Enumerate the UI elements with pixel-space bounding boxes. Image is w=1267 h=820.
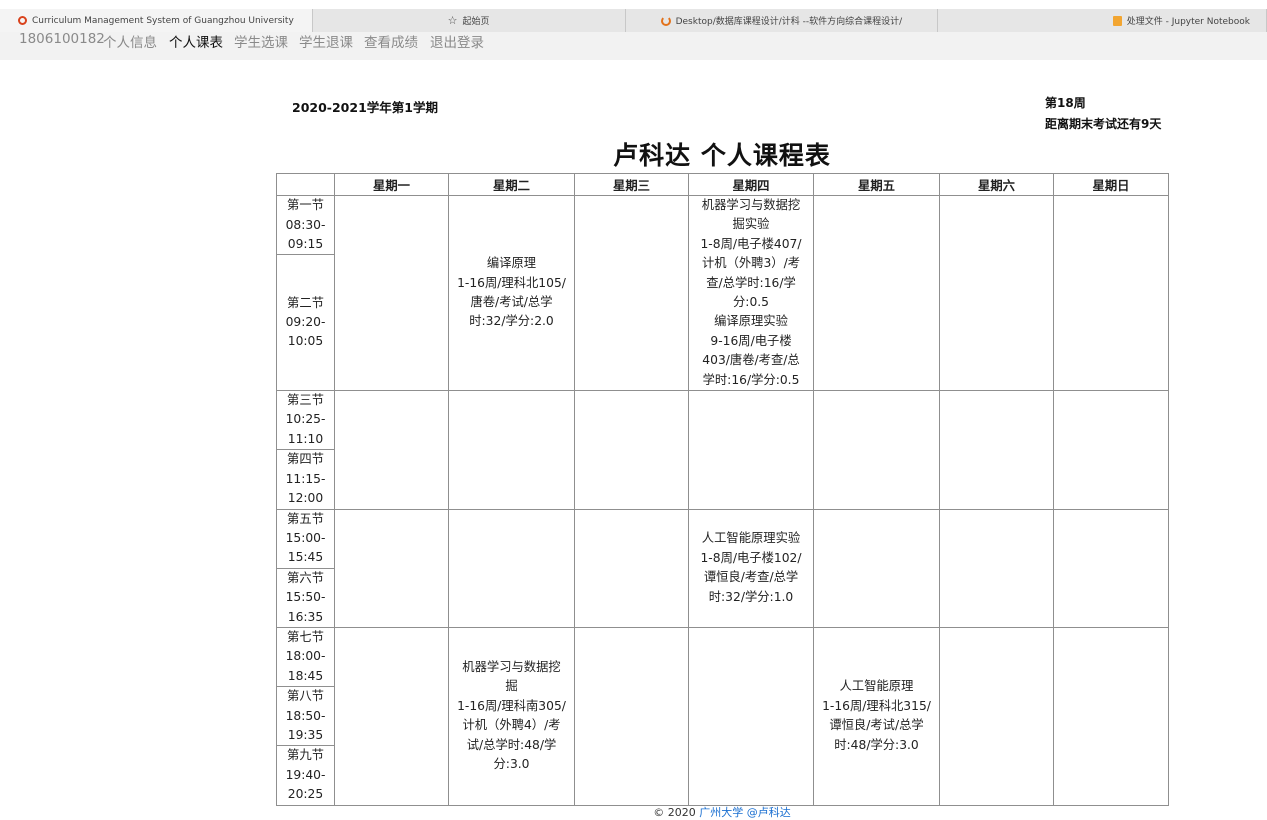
day-header: 星期一 (334, 173, 449, 196)
course-cell[interactable]: 机器学习与数据挖 掘实验 1-8周/电子楼407/计机（外聘3）/考 查/总学时:16… (688, 194, 814, 392)
corner-cell (276, 173, 335, 196)
browser-tab-label: 起始页 (462, 17, 490, 27)
period-cell: 第五节 15:00- 15:45 (276, 508, 335, 569)
nav-course-select[interactable]: 学生选课 (234, 31, 288, 51)
site-logo-icon: o (17, 16, 27, 25)
course-cell-empty (574, 626, 689, 806)
course-cell-empty (448, 390, 575, 510)
course-cell-empty (813, 390, 940, 510)
period-cell: 第三节 10:25- 11:10 (276, 390, 335, 451)
course-cell[interactable]: 人工智能原理 1-16周/理科北315/谭恒良/考试/总学 时:48/学分:3.0 (813, 626, 940, 806)
exam-countdown: 距离期末考试还有9天 (1045, 117, 1162, 131)
table-row: 第七节 18:00- 18:45 机器学习与数据挖掘 1-16周/理科南305/计机（… (276, 626, 1169, 806)
nav-view-grades[interactable]: 查看成绩 (364, 31, 418, 51)
course-cell-empty (813, 508, 940, 628)
timetable-header-row: 星期一 星期二 星期三 星期四 星期五 星期六 星期日 (276, 173, 1169, 196)
browser-tab-strip: o Curriculum Management System of Guangz… (0, 9, 1267, 33)
course-cell[interactable]: 编译原理 1-16周/理科北105/唐卷/考试/总学 时:32/学分:2.0 (448, 194, 575, 392)
browser-tab-label: Desktop/数据库课程设计/计科 --软件方向综合课程设计/ (675, 17, 903, 27)
course-cell-empty (334, 194, 449, 392)
course-cell-empty (1053, 508, 1169, 628)
course-cell-empty (1053, 626, 1169, 806)
footer-copyright: © 2020 (653, 806, 696, 819)
course-cell[interactable]: 机器学习与数据挖掘 1-16周/理科南305/计机（外聘4）/考 试/总学时:48/… (448, 626, 575, 806)
period-cell: 第七节 18:00- 18:45 (276, 626, 335, 688)
term-label: 2020-2021学年第1学期 (292, 100, 438, 115)
course-cell-empty (688, 390, 814, 510)
course-cell-empty (813, 194, 940, 392)
browser-tab-jupyter[interactable]: b 处理文件 - Jupyter Notebook (938, 9, 1267, 32)
period-cell: 第八节 18:50- 19:35 (276, 686, 335, 747)
browser-tab-label: 处理文件 - Jupyter Notebook (1126, 17, 1250, 27)
nav-personal-info[interactable]: 个人信息 (103, 31, 157, 51)
course-cell-empty (939, 508, 1054, 628)
current-week: 第18周 (1045, 96, 1086, 110)
day-header: 星期五 (813, 173, 940, 196)
course-cell-empty (688, 626, 814, 806)
course-cell-empty (574, 508, 689, 628)
footer-org-link[interactable]: 广州大学 (699, 806, 743, 819)
browser-tab-curriculum[interactable]: o Curriculum Management System of Guangz… (0, 9, 313, 32)
nav-course-drop[interactable]: 学生退课 (299, 31, 353, 51)
course-cell-empty (939, 626, 1054, 806)
nav-personal-timetable[interactable]: 个人课表 (169, 31, 223, 51)
course-cell-empty (334, 626, 449, 806)
course-cell-empty (1053, 390, 1169, 510)
period-cell: 第一节 08:30- 09:15 (276, 194, 335, 256)
course-cell-empty (939, 390, 1054, 510)
day-header: 星期日 (1053, 173, 1169, 196)
table-row: 第三节 10:25- 11:10 (276, 390, 1169, 510)
period-cell: 第二节 09:20- 10:05 (276, 254, 335, 392)
loading-icon: o (660, 15, 671, 26)
day-header: 星期三 (574, 173, 689, 196)
period-cell: 第九节 19:40- 20:25 (276, 745, 335, 806)
course-cell[interactable]: 人工智能原理实验 1-8周/电子楼102/谭恒良/考查/总学 时:32/学分:1.0 (688, 508, 814, 628)
course-cell-empty (334, 390, 449, 510)
table-row: 第五节 15:00- 15:45 人工智能原理实验 1-8周/电子楼102/谭恒良/考… (276, 508, 1169, 628)
student-id: 1806100182 (19, 31, 105, 47)
star-icon: ☆ (447, 14, 458, 27)
day-header: 星期六 (939, 173, 1054, 196)
day-header: 星期二 (448, 173, 575, 196)
browser-tab-label: Curriculum Management System of Guangzho… (31, 15, 294, 26)
period-cell: 第四节 11:15- 12:00 (276, 449, 335, 510)
notebook-icon: b (1112, 15, 1122, 26)
top-nav: 1806100182 个人信息 个人课表 学生选课 学生退课 查看成绩 退出登录 (0, 31, 1267, 60)
course-cell-empty (334, 508, 449, 628)
footer: © 2020 广州大学 @卢科达 (0, 804, 1267, 820)
nav-logout[interactable]: 退出登录 (430, 31, 484, 51)
table-row: 第一节 08:30- 09:15 编译原理 1-16周/理科北105/唐卷/考试/总学… (276, 194, 1169, 392)
page-title: 卢科达 个人课程表 (613, 141, 831, 170)
course-cell-empty (574, 390, 689, 510)
course-cell-empty (448, 508, 575, 628)
week-info: 第18周 距离期末考试还有9天 (1045, 93, 1161, 135)
period-cell: 第六节 15:50- 16:35 (276, 567, 335, 628)
browser-tab-desktop[interactable]: o Desktop/数据库课程设计/计科 --软件方向综合课程设计/ (626, 9, 939, 32)
course-cell-empty (574, 194, 689, 392)
day-header: 星期四 (688, 173, 814, 196)
browser-tab-start[interactable]: ☆ 起始页 (313, 9, 626, 32)
course-cell-empty (1053, 194, 1169, 392)
timetable: 星期一 星期二 星期三 星期四 星期五 星期六 星期日 第一节 08:30- 09:… (276, 173, 1169, 806)
course-cell-empty (939, 194, 1054, 392)
footer-author-link[interactable]: @卢科达 (747, 806, 791, 819)
